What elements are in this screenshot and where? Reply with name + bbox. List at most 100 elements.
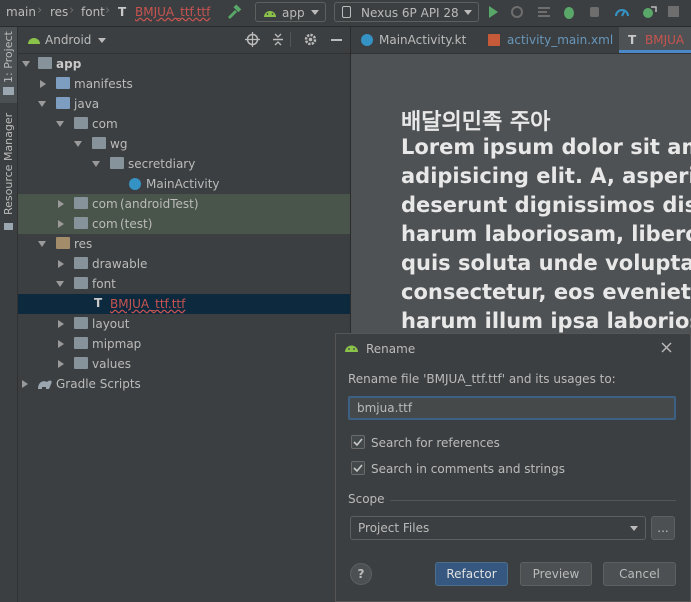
tab-bmjua[interactable]: T BMJUA (619, 27, 691, 53)
breadcrumb-main[interactable]: main (6, 5, 36, 19)
tree-item-secretdiary[interactable]: secretdiary (18, 154, 350, 174)
breadcrumb-res[interactable]: res (50, 5, 68, 19)
tree-item-drawable[interactable]: drawable (18, 254, 350, 274)
tree-item-com[interactable]: com (18, 114, 350, 134)
folder-icon (3, 87, 14, 95)
tree-item-values[interactable]: values (18, 354, 350, 374)
chevron-right-icon: › (37, 3, 43, 18)
cancel-button[interactable]: Cancel (603, 562, 676, 586)
font-file-icon: T (94, 296, 103, 310)
tree-item-font[interactable]: font (18, 274, 350, 294)
close-icon[interactable] (661, 342, 672, 353)
collapse-arrow-icon[interactable] (58, 260, 64, 268)
device-selector[interactable]: Nexus 6P API 28 (334, 2, 479, 22)
hammer-icon[interactable] (226, 4, 242, 20)
collapse-arrow-icon[interactable] (40, 80, 46, 88)
check-icon (353, 438, 363, 447)
scope-select[interactable]: Project Files (350, 516, 646, 540)
resource-manager-label: Resource Manager (2, 112, 15, 215)
expand-arrow-icon[interactable] (92, 161, 100, 167)
minimize-icon[interactable] (331, 39, 342, 41)
package-icon (74, 197, 88, 209)
tree-item-gradle-scripts[interactable]: Gradle Scripts (18, 374, 350, 394)
view-mode-label[interactable]: Android (45, 33, 91, 47)
preview-button[interactable]: Preview (520, 562, 592, 586)
tree-item-bmjua-selected[interactable]: T BMJUA_ttf.ttf (18, 294, 350, 314)
dialog-title: Rename (366, 342, 416, 356)
apply-changes-icon[interactable] (509, 4, 525, 20)
collapse-arrow-icon[interactable] (22, 380, 28, 388)
collapse-arrow-icon[interactable] (58, 360, 64, 368)
chevron-down-icon (311, 10, 319, 15)
profiler-icon[interactable] (614, 4, 630, 20)
run-config-selector[interactable]: app (255, 2, 326, 22)
apply-code-changes-icon[interactable] (536, 4, 552, 20)
debug-icon[interactable] (561, 4, 577, 20)
tree-item-label: com (92, 217, 118, 231)
gear-icon[interactable] (303, 32, 318, 47)
tab-activity-main[interactable]: activity_main.xml (480, 27, 615, 53)
help-button[interactable]: ? (350, 563, 372, 585)
tree-item-label: MainActivity (146, 177, 220, 191)
collapse-all-icon[interactable] (271, 32, 285, 47)
android-icon (264, 11, 276, 17)
expand-arrow-icon[interactable] (56, 281, 64, 287)
folder-icon (74, 357, 88, 369)
chevron-down-icon (464, 10, 472, 15)
stop-icon[interactable] (668, 6, 679, 17)
tree-item-label: manifests (74, 77, 133, 91)
collapse-arrow-icon[interactable] (58, 220, 64, 228)
folder-icon (74, 257, 88, 269)
phone-icon (342, 6, 351, 18)
tree-item-wg[interactable]: wg (18, 134, 350, 154)
tree-item-layout[interactable]: layout (18, 314, 350, 334)
search-references-label[interactable]: Search for references (371, 436, 500, 450)
check-icon (353, 464, 363, 473)
search-comments-checkbox[interactable] (351, 461, 365, 475)
tree-item-label: values (92, 357, 132, 371)
tree-item-app[interactable]: app (18, 54, 350, 74)
tab-label: BMJUA (645, 33, 685, 47)
chevron-down-icon[interactable] (98, 38, 106, 43)
collapse-arrow-icon[interactable] (58, 340, 64, 348)
breadcrumb-font[interactable]: font (81, 5, 105, 19)
expand-arrow-icon[interactable] (38, 101, 46, 107)
tree-item-manifests[interactable]: manifests (18, 74, 350, 94)
package-icon (74, 117, 88, 129)
collapse-arrow-icon[interactable] (58, 320, 64, 328)
attach-debugger-icon[interactable] (587, 4, 603, 20)
tab-mainactivity[interactable]: MainActivity.kt (351, 27, 476, 53)
tree-item-label: secretdiary (128, 157, 196, 171)
locate-icon[interactable] (245, 32, 260, 47)
breadcrumb-file[interactable]: BMJUA_ttf.ttf (135, 5, 210, 19)
collapse-arrow-icon[interactable] (58, 200, 64, 208)
module-folder-icon (38, 57, 52, 69)
gradle-icon (38, 380, 52, 389)
project-tool-label: 1: Project (2, 31, 15, 83)
expand-arrow-icon[interactable] (74, 141, 82, 147)
new-name-input[interactable]: bmjua.ttf (348, 396, 676, 420)
expand-arrow-icon[interactable] (56, 121, 64, 127)
navigation-bar: main › res › font › T BMJUA_ttf.ttf app … (0, 0, 691, 27)
search-references-checkbox[interactable] (351, 435, 365, 449)
tree-item-mipmap[interactable]: mipmap (18, 334, 350, 354)
run-icon[interactable] (485, 4, 501, 20)
expand-arrow-icon[interactable] (38, 241, 46, 247)
preview-line-2: adipisicing elit. A, asperio (401, 164, 691, 188)
tree-item-java[interactable]: java (18, 94, 350, 114)
attach-process-icon[interactable] (641, 4, 657, 20)
tree-item-com-androidtest[interactable]: com (androidTest) (18, 194, 350, 214)
tree-item-label: drawable (92, 257, 148, 271)
resource-manager-tool-tab[interactable]: Resource Manager (0, 113, 17, 237)
tree-item-mainactivity[interactable]: MainActivity (18, 174, 350, 194)
search-comments-label[interactable]: Search in comments and strings (371, 462, 565, 476)
preview-line-5: quis soluta unde voluptat (401, 251, 691, 275)
refactor-button[interactable]: Refactor (435, 562, 508, 586)
tree-item-res[interactable]: res (18, 234, 350, 254)
tree-item-com-test[interactable]: com (test) (18, 214, 350, 234)
scope-browse-button[interactable]: ... (651, 516, 675, 540)
project-tool-tab[interactable]: 1: Project (0, 27, 17, 103)
folder-icon (74, 277, 88, 289)
tree-item-label: font (92, 277, 116, 291)
expand-arrow-icon[interactable] (22, 61, 30, 67)
